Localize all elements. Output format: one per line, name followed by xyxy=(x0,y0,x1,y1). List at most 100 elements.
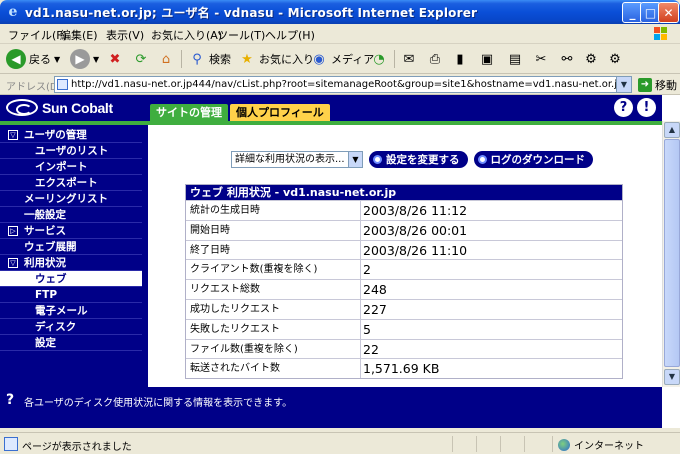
back-button[interactable]: ◀ 戻る ▼ xyxy=(6,48,60,70)
sun-cobalt-logo: Sun Cobalt xyxy=(6,99,113,116)
sidebar-item-label: ウェブ xyxy=(35,273,67,285)
logout-icon[interactable]: ! xyxy=(637,98,656,117)
sidebar-item-mailing-list[interactable]: メーリングリスト xyxy=(0,191,142,207)
sidebar-item-settings[interactable]: 設定 xyxy=(0,335,142,351)
menu-view[interactable]: 表示(V) xyxy=(106,27,144,43)
sidebar-item-export[interactable]: エクスポート xyxy=(0,175,142,191)
menu-bar: ファイル(F) 編集(E) 表示(V) お気に入り(A) ツール(T) ヘルプ(… xyxy=(0,24,680,44)
expand-triangle-icon: ▽ xyxy=(8,258,18,268)
status-divider xyxy=(500,436,501,452)
gear-icon: ⚙ xyxy=(609,51,621,67)
sidebar-item-label: 利用状況 xyxy=(24,257,66,269)
history-icon: ◔ xyxy=(373,51,385,67)
table-row: 終了日時 2003/8/26 11:10 xyxy=(186,239,622,260)
home-button[interactable]: ⌂ xyxy=(157,48,175,70)
extra-button[interactable]: ⚙ xyxy=(606,48,624,70)
tab-site-management[interactable]: サイトの管理 xyxy=(150,104,228,121)
media-icon: ◉ xyxy=(313,51,325,67)
menu-favorites[interactable]: お気に入り(A) xyxy=(151,27,222,43)
toolbar-separator xyxy=(394,50,395,68)
sidebar-item-ftp[interactable]: FTP xyxy=(0,287,142,303)
home-icon: ⌂ xyxy=(161,51,171,67)
print-button[interactable]: ⎙ xyxy=(426,48,444,70)
menu-edit[interactable]: 編集(E) xyxy=(60,27,98,43)
sidebar: ▽ ユーザの管理 ユーザのリスト インポート エクスポート メーリングリスト 一… xyxy=(0,125,148,387)
sidebar-item-services[interactable]: ▷ サービス xyxy=(0,223,142,239)
sidebar-item-label: FTP xyxy=(35,289,58,301)
chevron-down-icon[interactable]: ▼ xyxy=(616,77,631,92)
sidebar-item-disk[interactable]: ディスク xyxy=(0,319,142,335)
history-button[interactable]: ◔ xyxy=(370,48,388,70)
research-icon: ▤ xyxy=(508,51,522,67)
forward-button[interactable]: ▶ ▼ xyxy=(70,48,99,70)
research-button[interactable]: ▤ xyxy=(506,48,524,70)
row-value: 227 xyxy=(363,301,387,317)
collapse-triangle-icon: ▷ xyxy=(8,226,18,236)
address-input[interactable]: http://vd1.nasu-net.or.jp444/nav/cList.p… xyxy=(54,76,632,93)
menu-tools[interactable]: ツール(T) xyxy=(217,27,265,43)
sidebar-item-user-management[interactable]: ▽ ユーザの管理 xyxy=(0,127,142,143)
media-label: メディア xyxy=(331,53,375,66)
status-divider xyxy=(552,436,553,452)
vertical-scrollbar[interactable]: ▲ ▼ xyxy=(662,121,680,387)
go-arrow-icon: ➜ xyxy=(638,78,652,92)
security-zone: インターネット xyxy=(558,437,644,452)
sidebar-item-label: エクスポート xyxy=(35,177,98,189)
menu-file[interactable]: ファイル(F) xyxy=(8,27,67,43)
row-key: 統計の生成日時 xyxy=(186,201,361,220)
back-label: 戻る xyxy=(29,53,51,66)
go-label: 移動 xyxy=(655,79,677,92)
go-button[interactable]: ➜ 移動 xyxy=(638,77,677,93)
table-row: ファイル数(重複を除く) 22 xyxy=(186,338,622,359)
menu-help[interactable]: ヘルプ(H) xyxy=(265,27,315,43)
settings-button[interactable]: ⚙ xyxy=(582,48,600,70)
sidebar-item-label: ウェブ展開 xyxy=(24,241,77,253)
change-settings-button[interactable]: 設定を変更する xyxy=(369,151,468,168)
table-row: 統計の生成日時 2003/8/26 11:12 xyxy=(186,200,622,220)
sidebar-item-usage[interactable]: ▽ 利用状況 xyxy=(0,255,142,271)
table-row: リクエスト総数 248 xyxy=(186,279,622,299)
download-log-button[interactable]: ログのダウンロード xyxy=(473,151,593,168)
edit-button[interactable]: ▮ xyxy=(451,48,469,70)
forward-arrow-icon: ▶ xyxy=(70,49,90,69)
table-row: 成功したリクエスト 227 xyxy=(186,298,622,319)
sidebar-item-label: ディスク xyxy=(35,321,77,333)
edit-icon: ▮ xyxy=(456,51,464,67)
media-button[interactable]: ◉ メディア xyxy=(310,48,374,70)
sidebar-item-email[interactable]: 電子メール xyxy=(0,303,142,319)
brand-name: Sun Cobalt xyxy=(42,99,113,116)
help-icon[interactable]: ? xyxy=(614,98,633,117)
mail-icon: ✉ xyxy=(403,51,415,67)
stop-button[interactable]: ✖ xyxy=(106,48,124,70)
link-button[interactable]: ⚯ xyxy=(558,48,576,70)
close-button[interactable]: ✕ xyxy=(658,2,679,23)
row-value: 2 xyxy=(363,262,371,278)
row-value: 5 xyxy=(363,321,371,337)
scroll-down-icon[interactable]: ▼ xyxy=(664,369,680,385)
mail-button[interactable]: ✉ xyxy=(400,48,418,70)
info-text: 各ユーザのディスク使用状況に関する情報を表示できます。 xyxy=(24,398,293,409)
web-usage-table: ウェブ 利用状況 - vd1.nasu-net.or.jp 統計の生成日時 20… xyxy=(185,184,623,380)
page-icon xyxy=(57,79,68,90)
control-row: 詳細な利用状況の表示... ▼ 設定を変更する ログのダウンロード xyxy=(231,151,593,168)
sidebar-item-general-settings[interactable]: 一般設定 xyxy=(0,207,142,223)
discuss-button[interactable]: ▣ xyxy=(478,48,496,70)
messenger-button[interactable]: ✂ xyxy=(532,48,550,70)
usage-detail-select[interactable]: 詳細な利用状況の表示... ▼ xyxy=(231,151,363,168)
tab-personal-profile[interactable]: 個人プロフィール xyxy=(230,104,330,121)
cobalt-logo-icon xyxy=(6,99,38,116)
scroll-thumb[interactable] xyxy=(664,139,680,367)
print-icon: ⎙ xyxy=(429,51,441,67)
sidebar-item-web[interactable]: ウェブ xyxy=(0,271,142,287)
sidebar-item-user-list[interactable]: ユーザのリスト xyxy=(0,143,142,159)
favorites-button[interactable]: ★ お気に入り xyxy=(238,48,314,70)
sidebar-item-import[interactable]: インポート xyxy=(0,159,142,175)
page-viewport: Sun Cobalt サイトの管理 個人プロフィール ? ! ▽ ユーザの管理 … xyxy=(0,95,680,428)
row-value: 2003/8/26 00:01 xyxy=(363,222,468,238)
sidebar-item-web-deploy[interactable]: ウェブ展開 xyxy=(0,239,142,255)
tab-bar: サイトの管理 個人プロフィール xyxy=(150,104,330,121)
refresh-button[interactable]: ⟳ xyxy=(132,48,150,70)
search-button[interactable]: ⚲ 検索 xyxy=(188,48,231,70)
scroll-up-icon[interactable]: ▲ xyxy=(664,122,680,138)
gear-icon: ⚙ xyxy=(585,51,597,67)
